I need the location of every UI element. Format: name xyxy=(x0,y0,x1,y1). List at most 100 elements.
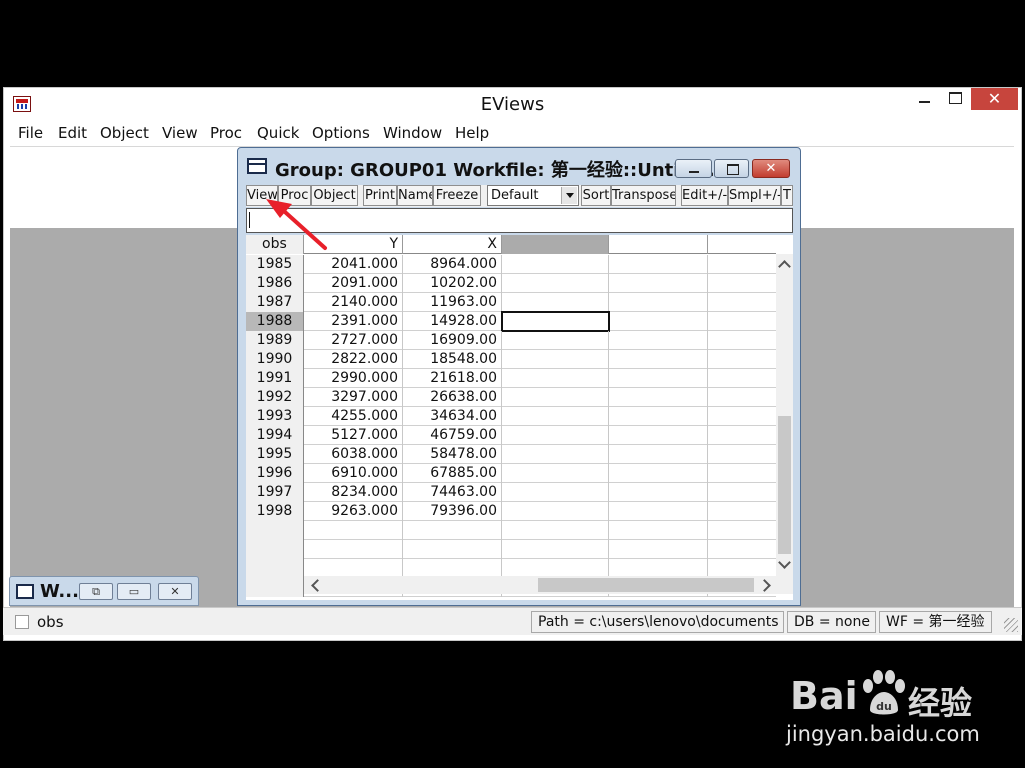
spreadsheet-grid[interactable]: obs Y X 1985 2041.000 8964.000 1986 2091.000… xyxy=(246,235,793,600)
cell-x[interactable]: 46759.00 xyxy=(403,426,502,445)
cell-empty[interactable] xyxy=(502,388,609,407)
cell-empty[interactable] xyxy=(502,464,609,483)
cell-empty[interactable] xyxy=(708,521,776,540)
cell-x[interactable] xyxy=(403,521,502,540)
group-minimize-button[interactable] xyxy=(675,159,712,178)
app-titlebar[interactable]: EViews ✕ xyxy=(4,88,1021,120)
active-cell-cursor[interactable] xyxy=(501,311,610,332)
cell-empty[interactable] xyxy=(609,331,708,350)
cell-empty[interactable] xyxy=(609,388,708,407)
cell-empty[interactable] xyxy=(708,407,776,426)
cell-y[interactable]: 6910.000 xyxy=(304,464,403,483)
cell-x[interactable]: 18548.00 xyxy=(403,350,502,369)
row-header-obs[interactable]: 1988 xyxy=(246,312,304,331)
cell-empty[interactable] xyxy=(708,426,776,445)
row-header-obs[interactable]: 1993 xyxy=(246,407,304,426)
cell-x[interactable]: 74463.00 xyxy=(403,483,502,502)
cell-x[interactable]: 14928.00 xyxy=(403,312,502,331)
cell-empty[interactable] xyxy=(708,255,776,274)
cell-y[interactable]: 2091.000 xyxy=(304,274,403,293)
scroll-left-icon[interactable] xyxy=(306,576,323,594)
maximize-button[interactable] xyxy=(940,88,970,110)
cell-empty[interactable] xyxy=(502,445,609,464)
horizontal-scrollbar[interactable] xyxy=(304,576,776,594)
cell-empty[interactable] xyxy=(708,369,776,388)
row-header-obs[interactable]: 1998 xyxy=(246,502,304,521)
freeze-button[interactable]: Freeze xyxy=(433,185,481,206)
row-header-obs[interactable]: 1985 xyxy=(246,255,304,274)
row-header-obs[interactable]: 1986 xyxy=(246,274,304,293)
column-header-obs[interactable]: obs xyxy=(246,235,304,254)
cell-empty[interactable] xyxy=(609,521,708,540)
menu-object[interactable]: Object xyxy=(100,124,149,142)
object-button[interactable]: Object xyxy=(311,185,358,206)
cell-x[interactable]: 58478.00 xyxy=(403,445,502,464)
cell-y[interactable]: 2822.000 xyxy=(304,350,403,369)
restore-button[interactable]: ⧉ xyxy=(79,583,113,600)
row-header-obs[interactable] xyxy=(246,521,304,540)
column-header-empty[interactable] xyxy=(502,235,609,254)
cell-empty[interactable] xyxy=(708,540,776,559)
cell-empty[interactable] xyxy=(609,426,708,445)
maximize-button[interactable]: ▭ xyxy=(117,583,151,600)
cell-empty[interactable] xyxy=(502,369,609,388)
cell-empty[interactable] xyxy=(708,312,776,331)
row-header-obs[interactable]: 1987 xyxy=(246,293,304,312)
cell-y[interactable]: 2391.000 xyxy=(304,312,403,331)
cell-empty[interactable] xyxy=(708,293,776,312)
cell-empty[interactable] xyxy=(502,540,609,559)
cell-empty[interactable] xyxy=(708,274,776,293)
title-button[interactable]: T xyxy=(781,185,793,206)
menu-quick[interactable]: Quick xyxy=(257,124,299,142)
cell-empty[interactable] xyxy=(609,445,708,464)
cell-y[interactable] xyxy=(304,540,403,559)
edit-toggle-button[interactable]: Edit+/- xyxy=(681,185,728,206)
cell-empty[interactable] xyxy=(502,274,609,293)
row-header-obs[interactable]: 1996 xyxy=(246,464,304,483)
cell-y[interactable]: 5127.000 xyxy=(304,426,403,445)
cell-y[interactable]: 4255.000 xyxy=(304,407,403,426)
cell-empty[interactable] xyxy=(502,293,609,312)
display-format-select[interactable]: Default xyxy=(487,185,579,206)
row-header-obs[interactable] xyxy=(246,559,304,578)
chevron-down-icon[interactable] xyxy=(561,187,577,204)
cell-x[interactable]: 11963.00 xyxy=(403,293,502,312)
cell-edit-field[interactable] xyxy=(246,208,793,233)
resize-grip-icon[interactable] xyxy=(1004,618,1018,632)
cell-x[interactable]: 8964.000 xyxy=(403,255,502,274)
cell-empty[interactable] xyxy=(609,464,708,483)
cell-empty[interactable] xyxy=(609,369,708,388)
cell-y[interactable]: 6038.000 xyxy=(304,445,403,464)
scroll-right-icon[interactable] xyxy=(757,576,774,594)
cell-empty[interactable] xyxy=(502,483,609,502)
cell-x[interactable]: 34634.00 xyxy=(403,407,502,426)
cell-x[interactable] xyxy=(403,540,502,559)
cell-y[interactable]: 2140.000 xyxy=(304,293,403,312)
menu-proc[interactable]: Proc xyxy=(210,124,242,142)
cell-empty[interactable] xyxy=(708,388,776,407)
cell-empty[interactable] xyxy=(502,407,609,426)
scroll-down-icon[interactable] xyxy=(776,557,793,574)
cell-x[interactable]: 79396.00 xyxy=(403,502,502,521)
menu-edit[interactable]: Edit xyxy=(58,124,87,142)
close-button[interactable]: ✕ xyxy=(158,583,192,600)
column-header-empty[interactable] xyxy=(609,235,708,254)
cell-empty[interactable] xyxy=(609,540,708,559)
cell-empty[interactable] xyxy=(609,312,708,331)
cell-empty[interactable] xyxy=(502,350,609,369)
row-header-obs[interactable]: 1995 xyxy=(246,445,304,464)
cell-empty[interactable] xyxy=(708,502,776,521)
column-header-x[interactable]: X xyxy=(403,235,502,254)
cell-empty[interactable] xyxy=(502,521,609,540)
cell-empty[interactable] xyxy=(609,483,708,502)
row-header-obs[interactable]: 1992 xyxy=(246,388,304,407)
menu-file[interactable]: File xyxy=(18,124,43,142)
close-button[interactable]: ✕ xyxy=(971,88,1018,110)
minimized-workfile-window[interactable]: W... ⧉ ▭ ✕ xyxy=(9,576,199,606)
cell-y[interactable]: 2990.000 xyxy=(304,369,403,388)
group-close-button[interactable]: ✕ xyxy=(752,159,790,178)
cell-empty[interactable] xyxy=(609,502,708,521)
cell-empty[interactable] xyxy=(609,350,708,369)
cell-y[interactable]: 8234.000 xyxy=(304,483,403,502)
view-button[interactable]: View xyxy=(246,185,278,206)
